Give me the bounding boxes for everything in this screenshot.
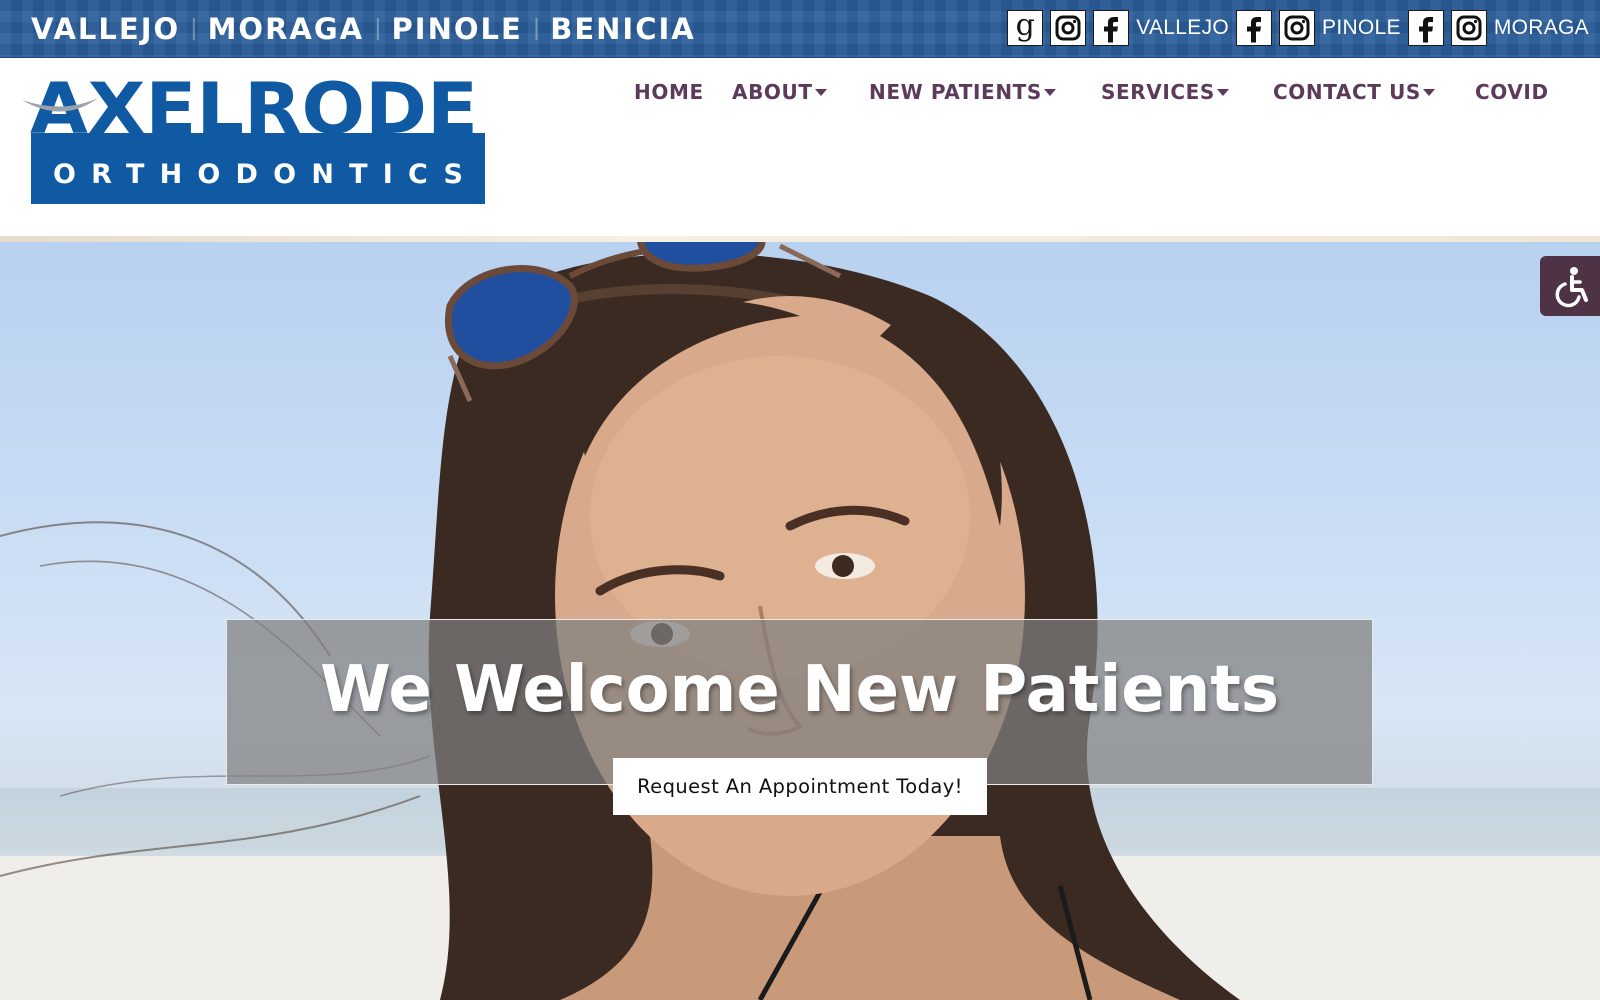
nav-item-about[interactable]: ABOUT (732, 76, 827, 108)
top-bar: VALLEJO | MORAGA | PINOLE | BENICIA g VA… (0, 0, 1600, 58)
chevron-down-icon (1216, 88, 1229, 96)
instagram-glyph (1284, 15, 1310, 41)
site-header: AXELRODE ORTHODONTICS HOME ABOUT NEW PAT… (0, 58, 1600, 236)
location-label-pinole: PINOLE (1322, 16, 1401, 39)
google-icon[interactable]: g (1007, 8, 1044, 46)
request-appointment-button[interactable]: Request An Appointment Today! (613, 758, 987, 815)
city-link-pinole[interactable]: PINOLE (392, 10, 523, 48)
accessibility-button[interactable] (1540, 256, 1600, 316)
location-label-vallejo: VALLEJO (1136, 16, 1230, 39)
nav-item-label: COVID (1475, 80, 1549, 104)
facebook-glyph (1104, 17, 1119, 43)
nav-item-label: SERVICES (1101, 80, 1215, 104)
nav-item-contact-us[interactable]: CONTACT US (1273, 76, 1435, 108)
facebook-glyph (1418, 17, 1433, 43)
nav-item-services[interactable]: SERVICES (1101, 76, 1229, 108)
hero-banner: We Welcome New Patients Request An Appoi… (0, 236, 1600, 1000)
main-nav: HOME ABOUT NEW PATIENTS SERVICES CONTACT… (0, 76, 1600, 116)
google-glyph: g (1015, 8, 1035, 43)
city-links: VALLEJO | MORAGA | PINOLE | BENICIA (31, 10, 696, 48)
nav-item-label: HOME (634, 80, 704, 104)
instagram-icon[interactable] (1279, 10, 1316, 46)
facebook-icon[interactable] (1093, 10, 1130, 46)
instagram-icon[interactable] (1450, 10, 1487, 46)
city-link-moraga[interactable]: MORAGA (208, 10, 365, 48)
location-label-moraga: MORAGA (1493, 16, 1589, 39)
nav-item-label: NEW PATIENTS (869, 80, 1042, 104)
nav-item-home[interactable]: HOME (634, 76, 704, 108)
facebook-icon[interactable] (1236, 10, 1273, 46)
chevron-down-icon (1422, 88, 1435, 96)
wheelchair-icon (1555, 267, 1588, 308)
chevron-down-icon (814, 88, 827, 96)
instagram-glyph (1055, 15, 1081, 41)
hero-photo-smiling-woman (0, 236, 1600, 1000)
instagram-glyph (1456, 15, 1482, 41)
city-link-benicia[interactable]: BENICIA (550, 10, 696, 48)
hero-title: We Welcome New Patients (320, 653, 1279, 727)
city-separator: | (190, 16, 198, 41)
city-separator: | (374, 16, 382, 41)
city-link-vallejo[interactable]: VALLEJO (31, 10, 180, 48)
facebook-glyph (1247, 17, 1262, 43)
chevron-down-icon (1043, 88, 1056, 96)
hero-top-edge (0, 236, 1600, 242)
facebook-icon[interactable] (1407, 10, 1444, 46)
nav-item-label: CONTACT US (1273, 80, 1421, 104)
nav-item-new-patients[interactable]: NEW PATIENTS (869, 76, 1056, 108)
social-links: g VALLEJO PINOLE MORAGA (1007, 10, 1589, 46)
city-separator: | (532, 16, 541, 41)
instagram-icon[interactable] (1050, 10, 1087, 46)
nav-item-label: ABOUT (732, 80, 813, 104)
nav-item-covid[interactable]: COVID (1475, 76, 1549, 108)
